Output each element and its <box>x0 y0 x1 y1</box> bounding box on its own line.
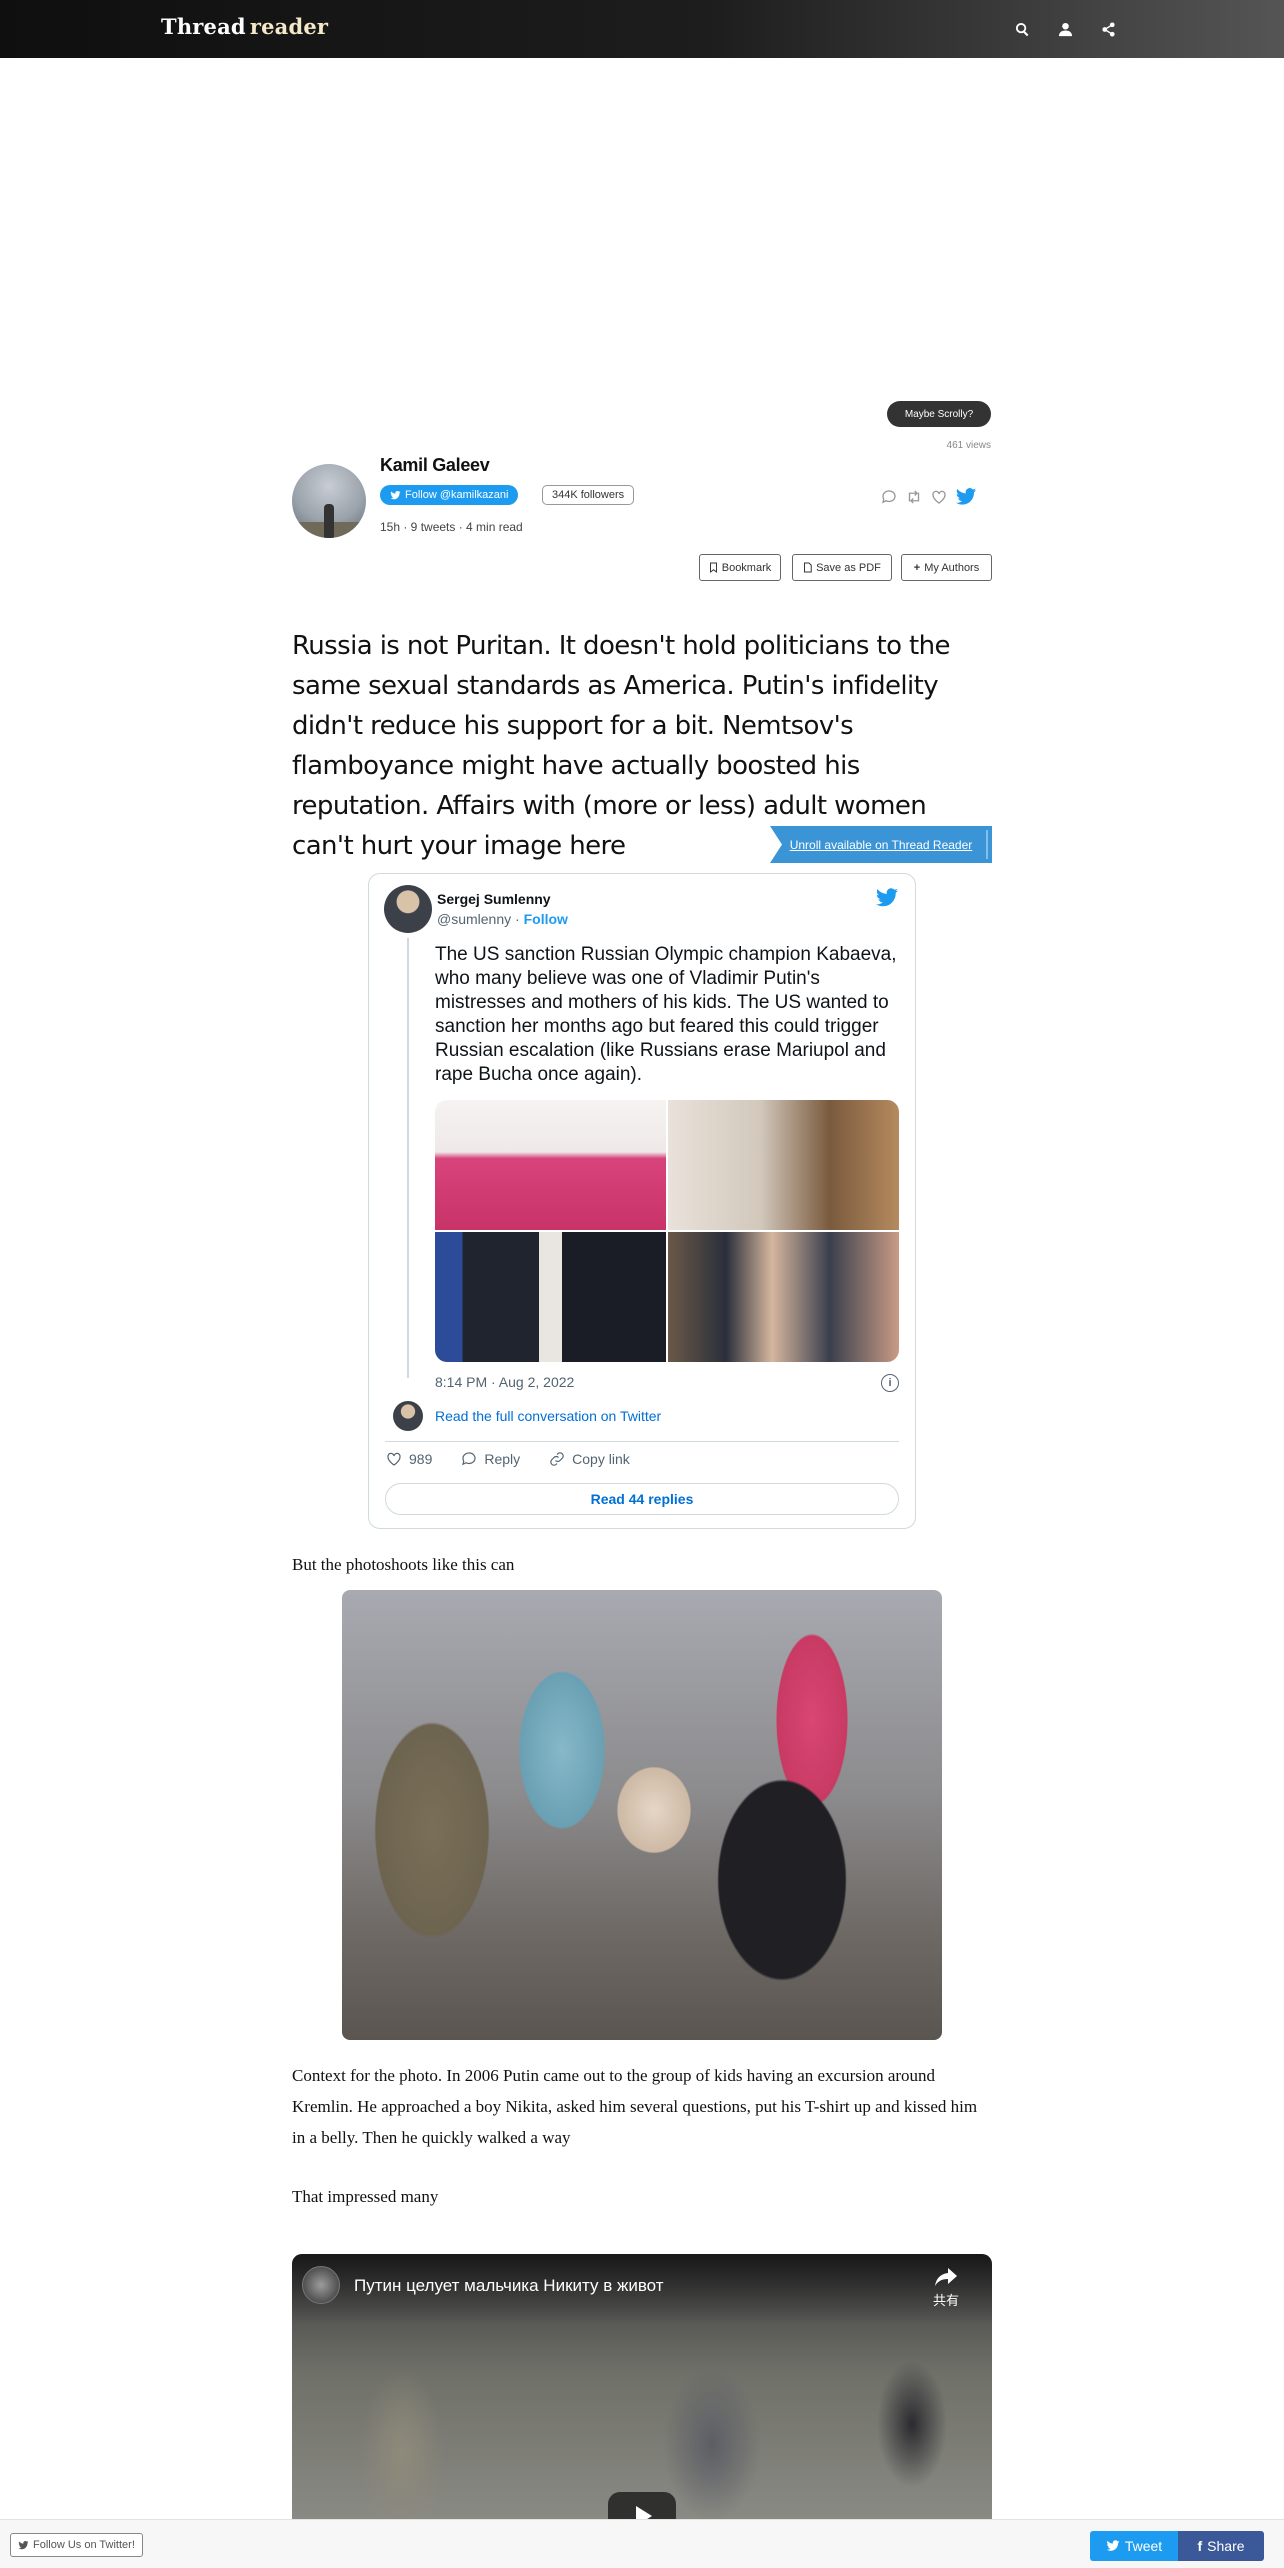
media-photo-2[interactable] <box>668 1100 899 1230</box>
user-icon[interactable] <box>1052 16 1078 42</box>
author-name[interactable]: Kamil Galeev <box>380 455 490 476</box>
author-avatar[interactable] <box>292 464 366 538</box>
pdf-file-icon <box>804 562 812 573</box>
link-icon <box>550 1452 564 1466</box>
follow-us-label: Follow Us on Twitter! <box>33 2539 135 2551</box>
video-share-button[interactable]: 共有 <box>926 2266 966 2309</box>
video-title[interactable]: Путин целует мальчика Никиту в живот <box>354 2276 664 2296</box>
bookmark-label: Bookmark <box>721 561 772 574</box>
embedded-tweet-follow-link[interactable]: Follow <box>524 911 568 927</box>
channel-avatar[interactable] <box>302 2266 340 2304</box>
embedded-tweet-avatar[interactable] <box>384 885 432 933</box>
heart-icon <box>387 1452 401 1466</box>
bookmark-button[interactable]: Bookmark <box>699 554 781 581</box>
thread-paragraph-2: But the photoshoots like this can <box>292 1555 515 1574</box>
embedded-tweet-timestamp[interactable]: 8:14 PM · Aug 2, 2022 <box>435 1374 574 1390</box>
conversation-avatar <box>393 1401 423 1431</box>
embedded-video[interactable]: Путин целует мальчика Никиту в живот 共有 <box>292 2254 992 2519</box>
followers-count: 344K followers <box>542 485 635 505</box>
copy-link-label: Copy link <box>572 1451 630 1467</box>
embedded-tweet-handle[interactable]: @sumlenny <box>437 911 511 927</box>
search-icon[interactable] <box>1009 16 1035 42</box>
share-icon[interactable] <box>1095 16 1121 42</box>
video-share-label: 共有 <box>932 2293 959 2308</box>
follow-author-button[interactable]: Follow @kamilkazani <box>380 485 519 505</box>
my-authors-button[interactable]: + My Authors <box>901 554 992 581</box>
play-icon[interactable] <box>608 2492 676 2519</box>
my-authors-label: My Authors <box>924 561 980 574</box>
embedded-tweet-text: The US sanction Russian Olympic champion… <box>435 944 897 1085</box>
reply-icon[interactable] <box>880 488 898 506</box>
embedded-tweet-actions: 989 Reply Copy link <box>385 1450 630 1468</box>
thread-connector-line <box>407 938 409 1378</box>
facebook-icon: f <box>1197 2538 1203 2554</box>
embedded-reply-button[interactable]: Reply <box>460 1450 520 1468</box>
view-count: 461 views <box>946 440 991 451</box>
retweet-icon[interactable] <box>905 488 923 506</box>
twitter-bird-icon <box>390 490 401 499</box>
plus-icon: + <box>913 561 921 574</box>
maybe-scrolly-button[interactable]: Maybe Scrolly? <box>887 401 991 427</box>
embedded-like-button[interactable]: 989 <box>385 1450 432 1468</box>
save-pdf-button[interactable]: Save as PDF <box>792 554 892 581</box>
twitter-logo-icon[interactable] <box>875 886 899 910</box>
top-navbar: Thread reader <box>0 0 1284 58</box>
reply-label: Reply <box>484 1451 521 1467</box>
thread-photo[interactable] <box>342 1590 942 2040</box>
embedded-tweet-author[interactable]: Sergej Sumlenny <box>437 891 551 907</box>
embedded-tweet: Sergej Sumlenny @sumlenny · Follow The U… <box>368 873 916 1529</box>
share-label: Share <box>1207 2538 1245 2554</box>
embedded-tweet-handle-row: @sumlenny · Follow <box>437 911 568 927</box>
divider <box>385 1441 899 1442</box>
thread-paragraph-4: That impressed many <box>292 2187 439 2206</box>
follow-author-label: Follow @kamilkazani <box>405 489 509 501</box>
read-replies-button[interactable]: Read 44 replies <box>385 1483 899 1515</box>
twitter-link-icon[interactable] <box>955 486 977 508</box>
facebook-share-button[interactable]: f Share <box>1178 2531 1264 2561</box>
thread-paragraph-3: Context for the photo. In 2006 Putin cam… <box>292 2066 978 2147</box>
tweet-actions <box>880 486 977 508</box>
brand-text-reader: reader <box>249 14 329 39</box>
follow-us-button[interactable]: Follow Us on Twitter! <box>10 2533 143 2557</box>
tweet-label: Tweet <box>1124 2538 1163 2554</box>
thread-meta: 15h · 9 tweets · 4 min read <box>380 520 523 534</box>
brand-text-thread: Thread <box>161 14 246 39</box>
brand-logo[interactable]: Thread reader <box>161 14 328 39</box>
like-icon[interactable] <box>930 488 948 506</box>
like-count: 989 <box>409 1451 433 1467</box>
media-photo-4[interactable] <box>668 1232 899 1362</box>
avatar-figure <box>324 504 334 538</box>
media-photo-1[interactable] <box>435 1100 666 1230</box>
read-full-conversation-link[interactable]: Read the full conversation on Twitter <box>435 1408 661 1424</box>
footer-bar: Follow Us on Twitter! Tweet f Share <box>0 2519 1284 2568</box>
unroll-available-link[interactable]: Unroll available on Thread Reader <box>770 826 992 863</box>
twitter-bird-icon <box>1106 2540 1120 2551</box>
save-pdf-label: Save as PDF <box>816 561 881 574</box>
share-arrow-icon <box>935 2268 957 2286</box>
copy-link-button[interactable]: Copy link <box>548 1450 630 1468</box>
media-photo-3[interactable] <box>435 1232 666 1362</box>
bookmark-icon <box>709 562 717 573</box>
speech-bubble-icon <box>462 1452 476 1466</box>
embedded-tweet-media-grid <box>435 1100 899 1362</box>
twitter-bird-icon <box>18 2540 29 2549</box>
tweet-share-button[interactable]: Tweet <box>1090 2531 1178 2561</box>
info-icon[interactable]: i <box>881 1374 899 1392</box>
